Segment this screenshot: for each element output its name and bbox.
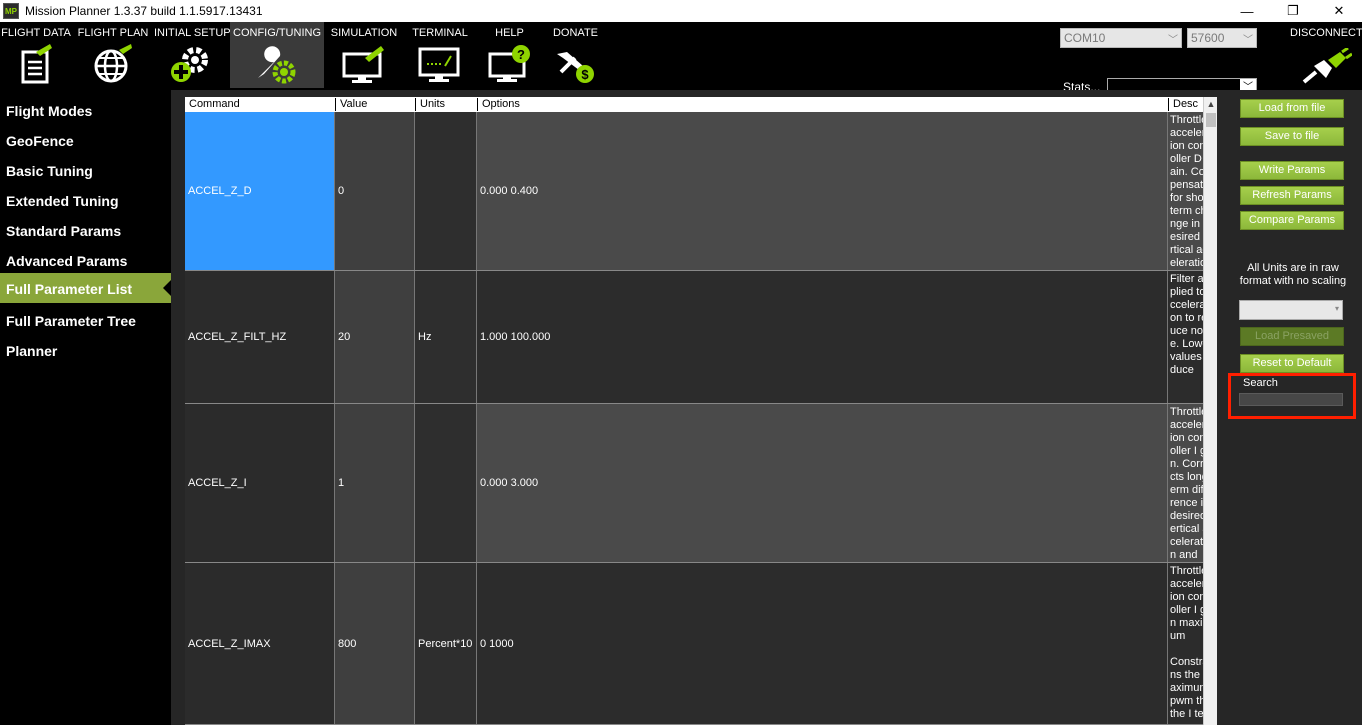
parameter-grid-area: Command Value Units Options Desc ACCEL_Z… [171, 90, 1234, 725]
sidebar-item-planner[interactable]: Planner [0, 335, 171, 365]
sidebar-item-advanced-params[interactable]: Advanced Params [0, 245, 171, 275]
search-highlight-box [1228, 373, 1356, 419]
reset-to-default-button[interactable]: Reset to Default [1240, 354, 1344, 373]
cell-options: 0.000 0.400 [477, 112, 1168, 270]
cell-command[interactable]: ACCEL_Z_D [185, 112, 335, 270]
grid-scrollbar[interactable]: ▲ [1203, 97, 1217, 725]
column-header-value[interactable]: Value [335, 98, 367, 111]
menu-simulation[interactable]: SIMULATION [330, 22, 398, 88]
scroll-up-icon[interactable]: ▲ [1204, 97, 1218, 112]
maximize-button[interactable]: ❐ [1270, 0, 1316, 22]
sidebar-item-extended-tuning[interactable]: Extended Tuning [0, 185, 171, 215]
disconnect-label[interactable]: DISCONNECT [1290, 27, 1362, 39]
baud-select[interactable]: 57600 ﹀ [1187, 28, 1257, 48]
write-params-button[interactable]: Write Params [1240, 161, 1344, 180]
disconnect-plug-icon[interactable] [1302, 48, 1352, 84]
chevron-down-icon: ﹀ [1168, 35, 1178, 46]
initial-setup-icon [170, 47, 208, 82]
units-note: All Units are in raw format with no scal… [1239, 262, 1347, 287]
menu-config-tuning-label: CONFIG/TUNING [233, 27, 321, 39]
menu-donate[interactable]: DONATE $ [548, 22, 603, 88]
cell-value[interactable]: 20 [335, 271, 415, 403]
column-header-units[interactable]: Units [415, 98, 445, 111]
menu-initial-setup-label: INITIAL SETUP [154, 27, 231, 39]
refresh-params-button[interactable]: Refresh Params [1240, 186, 1344, 205]
compare-params-button[interactable]: Compare Params [1240, 211, 1344, 230]
sidebar-item-full-parameter-list[interactable]: Full Parameter List [0, 273, 171, 303]
sidebar-item-standard-params[interactable]: Standard Params [0, 215, 171, 245]
presaved-select[interactable]: ▾ [1239, 300, 1343, 320]
chevron-down-icon: ﹀ [1243, 35, 1253, 46]
cell-value[interactable]: 800 [335, 563, 415, 724]
cell-value[interactable]: 0 [335, 112, 415, 270]
close-button[interactable]: ✕ [1316, 0, 1362, 22]
terminal-icon [418, 47, 460, 82]
window-title: Mission Planner 1.3.37 build 1.1.5917.13… [25, 4, 263, 18]
menu-help[interactable]: HELP ? [482, 22, 537, 88]
svg-text:?: ? [517, 47, 525, 62]
cell-command[interactable]: ACCEL_Z_FILT_HZ [185, 271, 335, 403]
cell-command[interactable]: ACCEL_Z_IMAX [185, 563, 335, 724]
cell-units [415, 404, 477, 562]
cell-options: 0 1000 [477, 563, 1168, 724]
chevron-down-icon: ▾ [1334, 304, 1339, 313]
menu-config-tuning[interactable]: CONFIG/TUNING [230, 22, 324, 88]
sidebar-item-full-parameter-tree[interactable]: Full Parameter Tree [0, 305, 171, 335]
flight-data-icon [21, 44, 52, 84]
svg-text:$: $ [581, 67, 589, 82]
column-header-options[interactable]: Options [477, 98, 520, 111]
menu-terminal-label: TERMINAL [412, 27, 468, 39]
config-tuning-icon [258, 46, 296, 84]
cell-options: 0.000 3.000 [477, 404, 1168, 562]
load-from-file-button[interactable]: Load from file [1240, 99, 1344, 118]
help-icon: ? [488, 45, 530, 82]
cell-units [415, 112, 477, 270]
sidebar-item-geofence[interactable]: GeoFence [0, 125, 171, 155]
column-header-command[interactable]: Command [185, 98, 240, 111]
save-to-file-button[interactable]: Save to file [1240, 127, 1344, 146]
table-row[interactable]: ACCEL_Z_D 0 0.000 0.400 Throttle acceler… [185, 112, 1217, 271]
donate-icon: $ [556, 52, 594, 83]
load-presaved-button[interactable]: Load Presaved [1240, 327, 1344, 346]
menu-donate-label: DONATE [552, 27, 599, 39]
menu-flight-plan[interactable]: FLIGHT PLAN [77, 22, 149, 88]
port-select[interactable]: COM10 ﹀ [1060, 28, 1182, 48]
menu-flight-data[interactable]: FLIGHT DATA [0, 22, 72, 88]
parameter-grid[interactable]: Command Value Units Options Desc ACCEL_Z… [185, 97, 1217, 725]
cell-units: Hz [415, 271, 477, 403]
minimize-button[interactable]: — [1224, 0, 1270, 22]
grid-header: Command Value Units Options Desc [185, 97, 1217, 112]
table-row[interactable]: ACCEL_Z_IMAX 800 Percent*10 0 1000 Throt… [185, 563, 1217, 725]
scroll-thumb[interactable] [1206, 113, 1216, 127]
cell-units: Percent*10 [415, 563, 477, 724]
baud-select-value: 57600 [1191, 31, 1225, 45]
menu-simulation-label: SIMULATION [330, 27, 398, 39]
cell-value[interactable]: 1 [335, 404, 415, 562]
config-sidebar: Flight Modes GeoFence Basic Tuning Exten… [0, 90, 171, 725]
menu-terminal[interactable]: TERMINAL [410, 22, 470, 88]
flight-plan-icon [94, 44, 132, 83]
title-bar: MP Mission Planner 1.3.37 build 1.1.5917… [0, 0, 1362, 22]
table-row[interactable]: ACCEL_Z_FILT_HZ 20 Hz 1.000 100.000 Filt… [185, 271, 1217, 404]
simulation-icon [342, 46, 384, 83]
app-logo-icon: MP [3, 3, 19, 19]
table-row[interactable]: ACCEL_Z_I 1 0.000 3.000 Throttle acceler… [185, 404, 1217, 563]
menu-flight-plan-label: FLIGHT PLAN [77, 27, 149, 39]
menu-flight-data-label: FLIGHT DATA [1, 27, 71, 39]
menu-help-label: HELP [495, 27, 524, 39]
sidebar-item-flight-modes[interactable]: Flight Modes [0, 95, 171, 125]
menu-initial-setup[interactable]: INITIAL SETUP [154, 22, 231, 88]
sidebar-item-basic-tuning[interactable]: Basic Tuning [0, 155, 171, 185]
port-select-value: COM10 [1064, 31, 1106, 45]
column-header-desc[interactable]: Desc [1168, 98, 1198, 111]
cell-options: 1.000 100.000 [477, 271, 1168, 403]
main-menu: FLIGHT DATA FLIGHT PLAN INITIAL SETUP CO… [0, 22, 1362, 97]
cell-command[interactable]: ACCEL_Z_I [185, 404, 335, 562]
